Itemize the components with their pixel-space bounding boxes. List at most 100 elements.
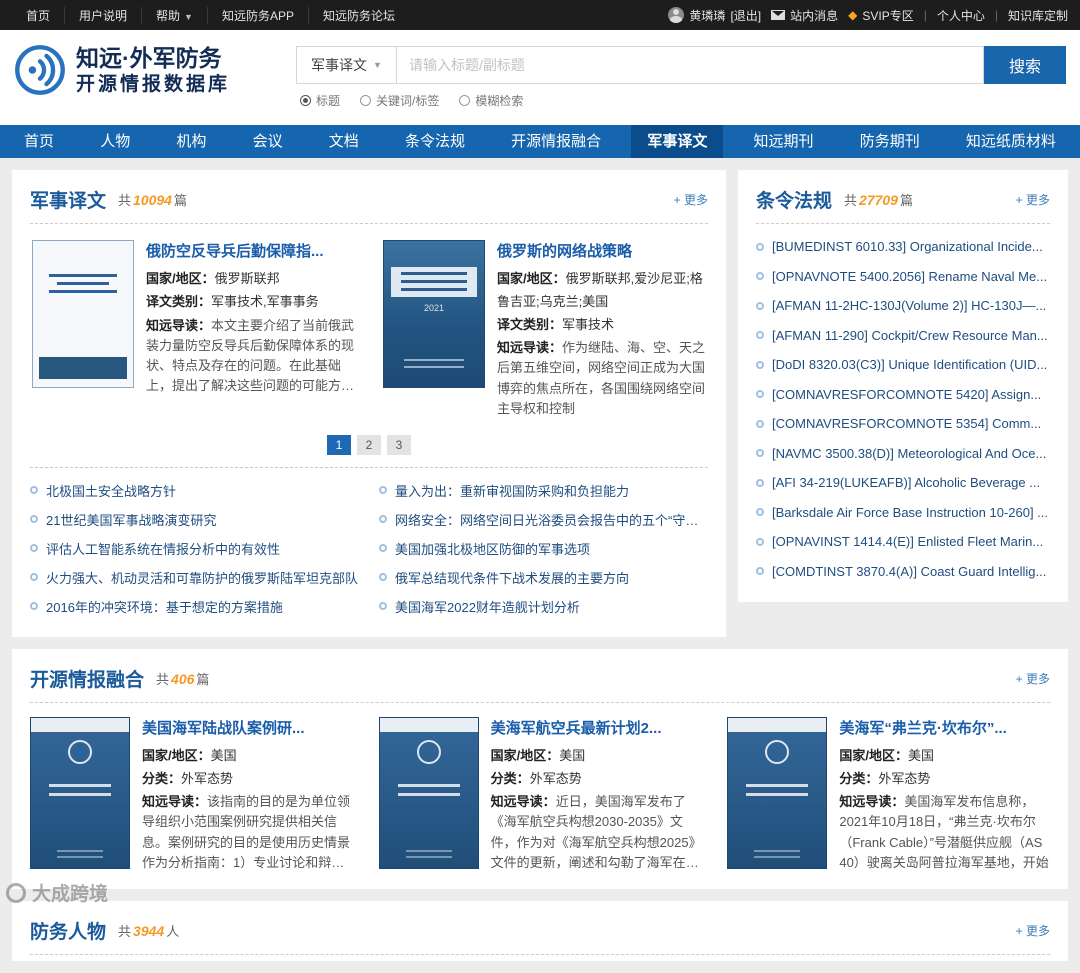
translation-link-item[interactable]: 美国加强北极地区防御的军事选项 — [379, 534, 708, 563]
regulations-list: [BUMEDINST 6010.33] Organizational Incid… — [756, 224, 1050, 586]
translation-links: 北极国土安全战略方针 21世纪美国军事战略演变研究 评估人工智能系统在情报分析中… — [30, 476, 708, 621]
translation-link-item[interactable]: 俄军总结现代条件下战术发展的主要方向 — [379, 563, 708, 592]
osint-cards: 美国海军陆战队案例研... 国家/地区：美国 分类：外军态势 知远导读：该指南的… — [30, 703, 1050, 873]
logout-link[interactable]: [退出] — [730, 7, 761, 24]
regulation-item[interactable]: [OPNAVNOTE 5400.2056] Rename Naval Me... — [756, 262, 1050, 292]
nav-item-osint-fusion[interactable]: 开源情报融合 — [495, 125, 617, 158]
regulation-item[interactable]: [COMNAVRESFORCOMNOTE 5420] Assign... — [756, 380, 1050, 410]
article-title[interactable]: 美海军航空兵最新计划2... — [491, 717, 702, 738]
article-title[interactable]: 美海军“弗兰克·坎布尔”... — [839, 717, 1050, 738]
nav-item-people[interactable]: 人物 — [84, 125, 146, 158]
site-logo[interactable]: 知远·外军防务 开源情报数据库 — [14, 44, 230, 97]
regulations-panel: 条令法规 共 27709 篇 + 更多 [BUMEDINST 6010.33] Or… — [738, 170, 1068, 602]
translation-link-item[interactable]: 量入为出：重新审视国防采购和负担能力 — [379, 476, 708, 505]
article-title[interactable]: 俄罗斯的网络战策略 — [497, 240, 706, 261]
nav-item-home[interactable]: 首页 — [8, 125, 70, 158]
radio-fuzzy-option[interactable]: 模糊检索 — [459, 92, 523, 109]
translation-link-item[interactable]: 网络安全：网络空间日光浴委员会报告中的五个“守护者” — [379, 505, 708, 534]
regulation-item[interactable]: [BUMEDINST 6010.33] Organizational Incid… — [756, 232, 1050, 262]
translations-more-link[interactable]: + 更多 — [674, 191, 708, 208]
regulations-more-link[interactable]: + 更多 — [1016, 191, 1050, 208]
regulation-item[interactable]: [OPNAVINST 1414.4(E)] Enlisted Fleet Mar… — [756, 527, 1050, 557]
link-text: [AFMAN 11-290] Cockpit/Crew Resource Man… — [772, 327, 1048, 343]
class-value: 外军态势 — [529, 770, 582, 786]
bullet-icon — [379, 515, 387, 524]
site-messages-link[interactable]: 站内消息 — [771, 7, 838, 24]
persons-section-header: 防务人物 共 3944 人 + 更多 — [30, 913, 1050, 955]
translation-link-item[interactable]: 2016年的冲突环境：基于想定的方案措施 — [30, 592, 359, 621]
category-value: 军事技术 — [562, 316, 615, 332]
article-cover[interactable]: 2021 — [383, 240, 485, 388]
topbar-user-guide-link[interactable]: 用户说明 — [64, 6, 141, 24]
regulation-item[interactable]: [DoDI 8320.03(C3)] Unique Identification… — [756, 350, 1050, 380]
nav-item-regulations[interactable]: 条令法规 — [389, 125, 481, 158]
radio-keyword-option[interactable]: 关键词/标签 — [360, 92, 439, 109]
article-cover[interactable] — [727, 716, 828, 869]
translation-link-item[interactable]: 北极国土安全战略方针 — [30, 476, 359, 505]
persons-more-link[interactable]: + 更多 — [1016, 922, 1050, 939]
regulation-item[interactable]: [Barksdale Air Force Base Instruction 10… — [756, 498, 1050, 528]
nav-item-defense-journals[interactable]: 防务期刊 — [844, 125, 936, 158]
count-suffix: 人 — [166, 923, 180, 939]
regulation-item[interactable]: [AFI 34-219(LUKEAFB)] Alcoholic Beverage… — [756, 468, 1050, 498]
translation-link-item[interactable]: 评估人工智能系统在情报分析中的有效性 — [30, 534, 359, 563]
search-category-dropdown[interactable]: 军事译文 ▼ — [296, 46, 396, 84]
article-cover[interactable] — [32, 240, 134, 388]
nav-item-documents[interactable]: 文档 — [313, 125, 375, 158]
search-input[interactable] — [396, 46, 984, 84]
article-cover[interactable] — [378, 716, 479, 869]
topbar-forum-link[interactable]: 知远防务论坛 — [307, 6, 409, 24]
topbar-app-link[interactable]: 知远防务APP — [206, 6, 308, 24]
osint-count: 共 406 篇 — [156, 669, 209, 688]
link-text: [COMNAVRESFORCOMNOTE 5354] Comm... — [772, 416, 1042, 432]
nav-item-military-translations[interactable]: 军事译文 — [631, 125, 724, 158]
personal-center-link[interactable]: 个人中心 — [937, 7, 985, 24]
article-title[interactable]: 美国海军陆战队案例研... — [142, 717, 353, 738]
article-cover[interactable] — [30, 716, 130, 869]
bullet-icon — [30, 544, 38, 553]
regulations-count: 共 27709 篇 — [844, 190, 913, 209]
bullet-icon — [756, 242, 764, 251]
topbar-help-menu[interactable]: 帮助 ▼ — [141, 6, 207, 24]
site-header: 知远·外军防务 开源情报数据库 军事译文 ▼ 搜索 标题 关键词/标签 模糊检索 — [0, 30, 1080, 125]
bullet-icon — [756, 301, 764, 310]
article-category-line: 译文类别：军事技术 — [497, 314, 706, 337]
article-region-line: 国家/地区：美国 — [142, 745, 353, 768]
link-text: [Barksdale Air Force Base Instruction 10… — [772, 504, 1049, 520]
article-intro: 知远导读：近日，美国海军发布了《海军航空兵构想2030-2035》文件，作为对《… — [491, 792, 702, 873]
svip-zone-link[interactable]: ◆ SVIP专区 — [848, 7, 914, 24]
category-value: 军事技术,军事事务 — [211, 293, 319, 309]
link-text: 北极国土安全战略方针 — [46, 483, 177, 499]
nav-item-print-materials[interactable]: 知远纸质材料 — [950, 125, 1072, 158]
article-summary: 美海军航空兵最新计划2... 国家/地区：美国 分类：外军态势 知远导读：近日，… — [491, 717, 702, 873]
article-region-line: 国家/地区：美国 — [839, 745, 1050, 768]
osint-more-link[interactable]: + 更多 — [1016, 670, 1050, 687]
translation-link-item[interactable]: 火力强大、机动灵活和可靠防护的俄罗斯陆军坦克部队 — [30, 563, 359, 592]
user-account[interactable]: 黄璘璘 [退出] — [668, 7, 761, 24]
topbar-home-link[interactable]: 首页 — [12, 7, 64, 24]
regulation-item[interactable]: [COMDTINST 3870.4(A)] Coast Guard Intell… — [756, 557, 1050, 587]
page-button-1[interactable]: 1 — [327, 434, 351, 455]
intro-label: 知远导读： — [497, 340, 563, 356]
radio-checked-icon — [300, 95, 311, 106]
nav-item-conferences[interactable]: 会议 — [237, 125, 299, 158]
regulation-item[interactable]: [AFMAN 11-2HC-130J(Volume 2)] HC-130J—..… — [756, 291, 1050, 321]
translation-link-item[interactable]: 美国海军2022财年造舰计划分析 — [379, 592, 708, 621]
search-button[interactable]: 搜索 — [984, 46, 1066, 84]
article-summary: 俄防空反导兵后勤保障指... 国家/地区：俄罗斯联邦 译文类别：军事技术,军事事… — [146, 240, 355, 419]
nav-item-organizations[interactable]: 机构 — [160, 125, 222, 158]
article-title[interactable]: 俄防空反导兵后勤保障指... — [146, 240, 355, 261]
bullet-icon — [756, 331, 764, 340]
translation-link-item[interactable]: 21世纪美国军事战略演变研究 — [30, 505, 359, 534]
regulation-item[interactable]: [AFMAN 11-290] Cockpit/Crew Resource Man… — [756, 321, 1050, 351]
regulation-item[interactable]: [NAVMC 3500.38(D)] Meteorological And Oc… — [756, 439, 1050, 469]
bullet-icon — [30, 573, 38, 582]
regulation-item[interactable]: [COMNAVRESFORCOMNOTE 5354] Comm... — [756, 409, 1050, 439]
page-button-3[interactable]: 3 — [387, 434, 411, 455]
radio-title-option[interactable]: 标题 — [300, 92, 340, 109]
kb-custom-link[interactable]: 知识库定制 — [1008, 7, 1068, 24]
nav-item-zhiyuan-journals[interactable]: 知远期刊 — [738, 125, 830, 158]
bullet-icon — [379, 544, 387, 553]
site-logo-icon — [15, 45, 65, 96]
page-button-2[interactable]: 2 — [357, 434, 381, 455]
